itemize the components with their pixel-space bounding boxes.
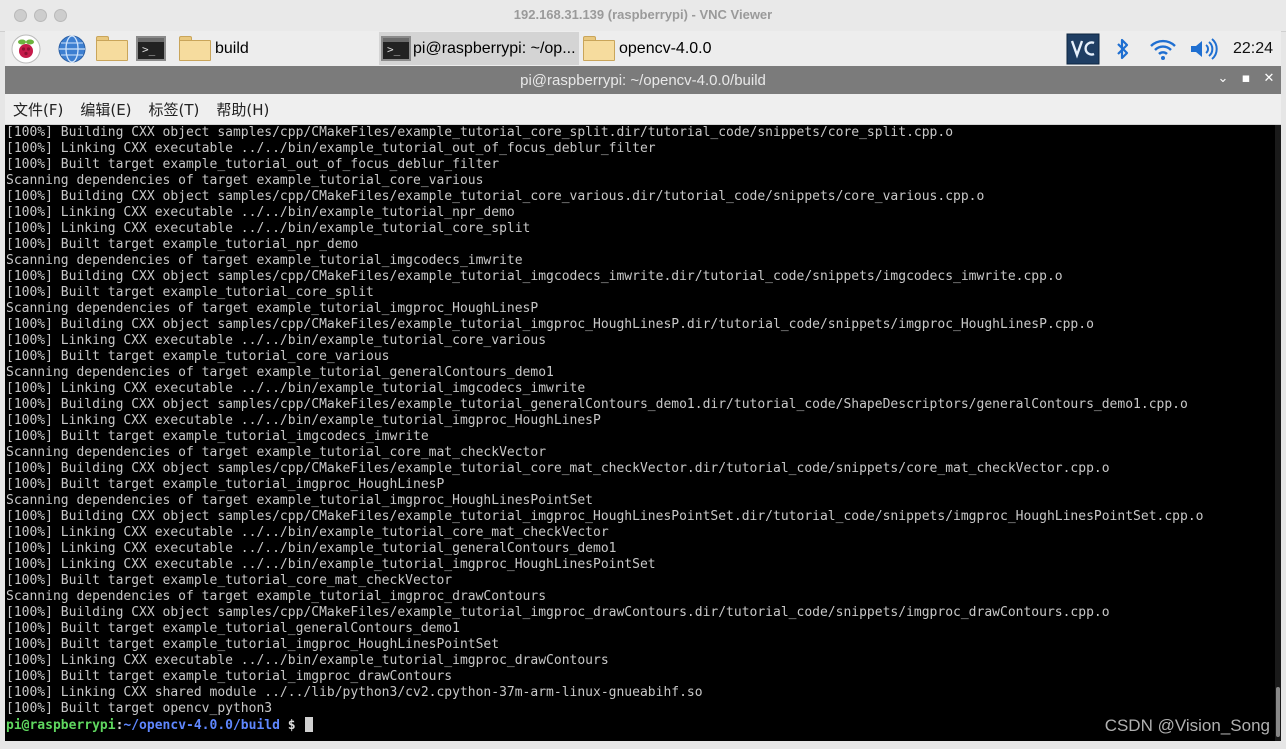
terminal-line: [100%] Built target example_tutorial_img…	[6, 477, 445, 492]
prompt-path: ~/opencv-4.0.0/build	[123, 718, 280, 733]
taskbar-item-build[interactable]: build	[177, 32, 377, 65]
terminal-line: Scanning dependencies of target example_…	[6, 493, 593, 508]
terminal-line: [100%] Building CXX object samples/cpp/C…	[6, 269, 1063, 284]
menu-tabs[interactable]: 标签(T)	[149, 99, 200, 120]
terminal-line: [100%] Linking CXX executable ../../bin/…	[6, 653, 609, 668]
terminal-window-title: pi@raspberrypi: ~/opencv-4.0.0/build	[520, 72, 766, 89]
vnc-server-icon	[1066, 33, 1100, 64]
terminal-line: [100%] Linking CXX executable ../../bin/…	[6, 333, 547, 348]
terminal-prompt[interactable]: pi@raspberrypi:~/opencv-4.0.0/build $	[6, 717, 1203, 733]
speaker-volume-icon	[1191, 37, 1218, 60]
terminal-line: [100%] Built target example_tutorial_img…	[6, 429, 429, 444]
terminal-line: [100%] Built target example_tutorial_out…	[6, 157, 500, 172]
folder-icon	[179, 36, 211, 61]
terminal-lines: [100%] Building CXX object samples/cpp/C…	[6, 125, 1203, 733]
terminal-line: [100%] Built target example_tutorial_img…	[6, 637, 500, 652]
terminal-line: [100%] Linking CXX executable ../../bin/…	[6, 221, 531, 236]
terminal-line: [100%] Building CXX object samples/cpp/C…	[6, 605, 1110, 620]
terminal-line: [100%] Built target example_tutorial_npr…	[6, 237, 359, 252]
maximize-icon[interactable]: ▪	[1238, 71, 1254, 87]
folder-icon	[96, 36, 128, 61]
volume-button[interactable]	[1187, 31, 1219, 66]
terminal-line: [100%] Built target example_tutorial_cor…	[6, 573, 453, 588]
bluetooth-icon	[1117, 38, 1129, 59]
taskbar-item-label: opencv-4.0.0	[619, 39, 712, 57]
taskbar-item-label: build	[215, 39, 249, 57]
minimize-icon[interactable]: ⌄	[1215, 71, 1231, 87]
prompt-symbol: $	[279, 718, 304, 733]
terminal-line: [100%] Linking CXX shared module ../../l…	[6, 685, 703, 700]
scrollbar-thumb[interactable]	[1276, 687, 1280, 737]
raspberry-menu-button[interactable]	[7, 33, 45, 64]
taskbar-item-terminal[interactable]: >_ pi@raspberrypi: ~/op...	[379, 32, 579, 65]
terminal-launcher-button[interactable]: >_	[132, 33, 170, 64]
terminal-output[interactable]: [100%] Building CXX object samples/cpp/C…	[5, 125, 1275, 741]
terminal-line: Scanning dependencies of target example_…	[6, 589, 547, 604]
terminal-line: [100%] Building CXX object samples/cpp/C…	[6, 189, 985, 204]
terminal-menubar: 文件(F) 编辑(E) 标签(T) 帮助(H)	[5, 94, 1281, 125]
terminal-line: Scanning dependencies of target example_…	[6, 365, 554, 380]
terminal-icon: >_	[381, 36, 411, 61]
taskbar-item-label: pi@raspberrypi: ~/op...	[413, 39, 576, 57]
window-bottom-edge	[0, 741, 1286, 749]
vnc-tray-button[interactable]	[1065, 31, 1101, 66]
watermark: CSDN @Vision_Song	[1104, 716, 1270, 735]
terminal-line: [100%] Linking CXX executable ../../bin/…	[6, 205, 515, 220]
raspberry-pi-logo-icon	[11, 34, 41, 63]
terminal-line: Scanning dependencies of target example_…	[6, 445, 547, 460]
terminal-line: [100%] Built target example_tutorial_gen…	[6, 621, 460, 636]
menu-file[interactable]: 文件(F)	[13, 99, 63, 120]
terminal-line: [100%] Building CXX object samples/cpp/C…	[6, 317, 1094, 332]
terminal-line: [100%] Built target example_tutorial_cor…	[6, 285, 374, 300]
wifi-button[interactable]	[1148, 31, 1178, 66]
menu-help[interactable]: 帮助(H)	[216, 99, 269, 120]
terminal-line: [100%] Building CXX object samples/cpp/C…	[6, 125, 954, 140]
terminal-line: Scanning dependencies of target example_…	[6, 301, 539, 316]
terminal-line: [100%] Linking CXX executable ../../bin/…	[6, 541, 617, 556]
terminal-line: [100%] Built target example_tutorial_img…	[6, 669, 453, 684]
bluetooth-button[interactable]	[1111, 31, 1135, 66]
terminal-line: Scanning dependencies of target example_…	[6, 253, 523, 268]
terminal-line: [100%] Building CXX object samples/cpp/C…	[6, 509, 1204, 524]
terminal-line: [100%] Built target example_tutorial_cor…	[6, 349, 390, 364]
terminal-window-titlebar[interactable]: pi@raspberrypi: ~/opencv-4.0.0/build ⌄ ▪…	[5, 66, 1281, 94]
file-manager-button[interactable]	[93, 33, 131, 64]
terminal-scrollbar[interactable]	[1275, 125, 1281, 741]
globe-icon	[58, 34, 86, 63]
terminal-line: [100%] Building CXX object samples/cpp/C…	[6, 461, 1110, 476]
taskbar-item-opencv[interactable]: opencv-4.0.0	[581, 32, 779, 65]
terminal-line: [100%] Linking CXX executable ../../bin/…	[6, 525, 609, 540]
vnc-window-title: 192.168.31.139 (raspberrypi) - VNC Viewe…	[513, 7, 773, 22]
terminal-line: [100%] Linking CXX executable ../../bin/…	[6, 141, 656, 156]
clock[interactable]: 22:24	[1229, 31, 1277, 66]
web-browser-button[interactable]	[53, 33, 91, 64]
prompt-user: pi@raspberrypi	[6, 718, 116, 733]
wifi-icon	[1150, 39, 1176, 60]
terminal-icon: >_	[136, 36, 166, 61]
terminal-line: [100%] Building CXX object samples/cpp/C…	[6, 397, 1188, 412]
terminal-line: [100%] Linking CXX executable ../../bin/…	[6, 413, 601, 428]
menu-edit[interactable]: 编辑(E)	[80, 99, 131, 120]
folder-icon	[583, 36, 615, 61]
terminal-line: [100%] Built target opencv_python3	[6, 701, 273, 716]
terminal-line: Scanning dependencies of target example_…	[6, 173, 484, 188]
text-cursor	[305, 717, 314, 732]
close-icon[interactable]: ✕	[1261, 71, 1277, 87]
desktop-taskbar: >_ build >_ pi@raspberrypi: ~/op... open…	[5, 31, 1281, 66]
terminal-line: [100%] Linking CXX executable ../../bin/…	[6, 557, 656, 572]
vnc-title-bar: 192.168.31.139 (raspberrypi) - VNC Viewe…	[0, 0, 1286, 32]
terminal-line: [100%] Linking CXX executable ../../bin/…	[6, 381, 586, 396]
